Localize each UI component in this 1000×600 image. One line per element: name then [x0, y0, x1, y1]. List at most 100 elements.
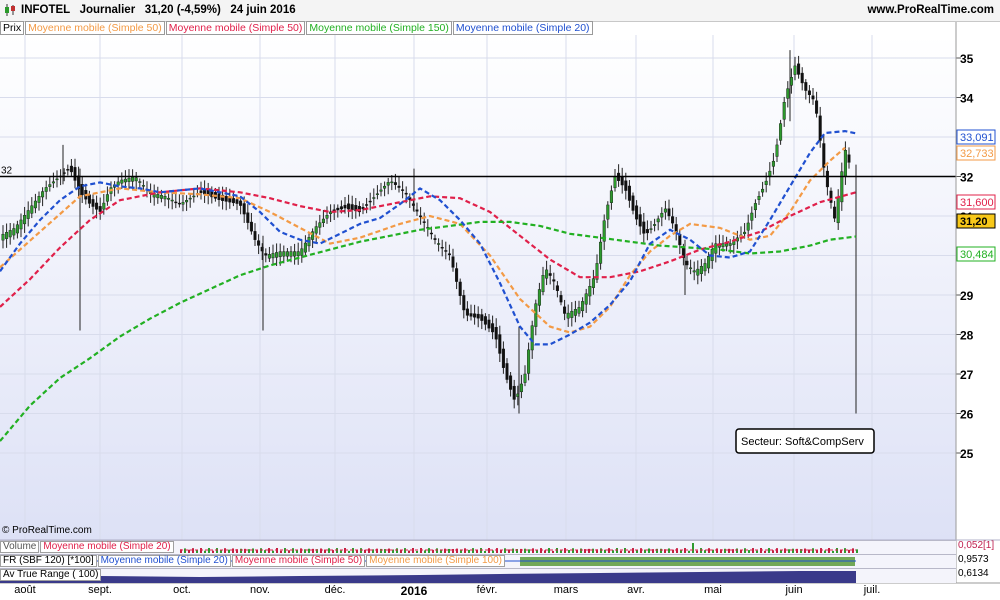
atr-area	[0, 571, 856, 583]
candle-up	[23, 215, 27, 225]
candle-down	[825, 170, 829, 188]
volume-bar	[824, 550, 826, 553]
title-bar: INFOTEL Journalier 31,20 (-4,59%) 24 jui…	[0, 0, 1000, 22]
candle-up	[606, 204, 610, 220]
candle-up	[120, 179, 124, 184]
legend-item-sma50-orange[interactable]: Moyenne mobile (Simple 50)	[25, 21, 165, 35]
legend-bar: Prix Moyenne mobile (Simple 50) Moyenne …	[0, 21, 594, 35]
volume-bar	[352, 548, 354, 553]
candle-up	[779, 123, 783, 141]
candle-down	[419, 215, 423, 218]
candle-up	[325, 215, 329, 219]
candle-up	[793, 65, 797, 75]
volume-bar	[544, 550, 546, 553]
volume-bar	[688, 550, 690, 553]
x-tick-label: juin	[785, 584, 803, 596]
candle-up	[303, 242, 307, 253]
candle-up	[692, 270, 696, 273]
candle-up	[613, 176, 617, 189]
candle-up	[156, 194, 160, 199]
volume-bar	[564, 548, 566, 553]
volume-bar	[696, 550, 698, 553]
volume-bar	[192, 548, 194, 553]
volume-bar	[188, 549, 190, 553]
rs-sma20-label: Moyenne mobile (Simple 20)	[97, 555, 231, 567]
y-tick-label: 35	[960, 52, 974, 66]
candle-up	[696, 268, 700, 276]
candle-down	[235, 199, 239, 204]
volume-bar	[560, 550, 562, 553]
candle-down	[624, 180, 628, 191]
volume-bar	[852, 548, 854, 553]
candle-down	[253, 231, 257, 240]
candle-up	[541, 275, 545, 293]
volume-bar	[840, 550, 842, 553]
volume-bar	[288, 550, 290, 553]
x-tick-label: févr.	[476, 584, 498, 596]
candle-up	[33, 200, 37, 209]
candle-down	[487, 319, 491, 329]
candle-down	[433, 238, 437, 240]
candle-up	[761, 188, 765, 193]
volume-bar	[240, 548, 242, 553]
candle-down	[415, 209, 419, 212]
candle-up	[296, 251, 300, 257]
chart-title: INFOTEL Journalier 31,20 (-4,59%) 24 jui…	[21, 4, 296, 16]
candle-up	[167, 197, 171, 200]
volume-panel[interactable]: Volume Moyenne mobile (Simple 20)	[0, 540, 956, 553]
volume-bar	[340, 550, 342, 553]
candle-down	[494, 327, 498, 340]
candle-down	[642, 221, 646, 234]
volume-bar	[668, 548, 670, 553]
volume-bar	[396, 548, 398, 553]
volume-bar	[204, 550, 206, 553]
candle-down	[177, 202, 181, 205]
volume-bar	[412, 548, 414, 553]
candle-down	[491, 323, 495, 333]
candle-up	[534, 303, 538, 327]
candle-up	[768, 170, 772, 177]
legend-item-price[interactable]: Prix	[0, 21, 25, 35]
atr-value: 0,6134	[958, 568, 989, 579]
legend-item-sma150[interactable]: Moyenne mobile (Simple 150)	[306, 21, 452, 35]
candle-down	[343, 204, 347, 209]
candle-up	[379, 189, 383, 192]
candle-up	[545, 269, 549, 279]
x-tick-label: nov.	[250, 584, 270, 596]
volume-bar	[216, 548, 218, 553]
volume-bar	[820, 548, 822, 553]
volume-bar	[356, 550, 358, 553]
candle-down	[465, 308, 469, 316]
candle-up	[836, 196, 840, 224]
volume-bar	[848, 549, 850, 553]
candle-up	[318, 222, 322, 228]
candle-up	[764, 180, 768, 185]
atr-panel[interactable]: Av True Range ( 100)	[0, 568, 956, 583]
candle-down	[73, 167, 77, 181]
legend-item-sma50-red[interactable]: Moyenne mobile (Simple 50)	[165, 21, 306, 35]
value-label-text: 31,600	[960, 197, 994, 209]
candle-down	[635, 205, 639, 220]
volume-bar	[212, 550, 214, 553]
candle-down	[559, 295, 563, 303]
candle-down	[627, 185, 631, 201]
volume-bar	[492, 550, 494, 553]
candle-down	[645, 229, 649, 234]
candle-down	[480, 314, 484, 321]
candle-up	[138, 181, 142, 183]
volume-bar	[480, 548, 482, 553]
candle-up	[584, 293, 588, 305]
volume-bar	[528, 549, 530, 553]
candle-down	[804, 82, 808, 91]
candle-up	[530, 325, 534, 351]
candle-down	[368, 200, 372, 203]
price-chart[interactable]: 2526272829303132333435 32 33,09132,73331…	[0, 0, 1000, 600]
y-tick-label: 28	[960, 329, 974, 343]
relative-strength-panel[interactable]: FR (SBF 120) [*100] Moyenne mobile (Simp…	[0, 554, 956, 567]
candle-up	[131, 176, 135, 182]
volume-bar	[268, 548, 270, 553]
candle-down	[69, 165, 73, 173]
site-link[interactable]: www.ProRealTime.com	[867, 4, 994, 16]
volume-bar	[496, 548, 498, 553]
legend-item-sma20[interactable]: Moyenne mobile (Simple 20)	[452, 21, 593, 35]
